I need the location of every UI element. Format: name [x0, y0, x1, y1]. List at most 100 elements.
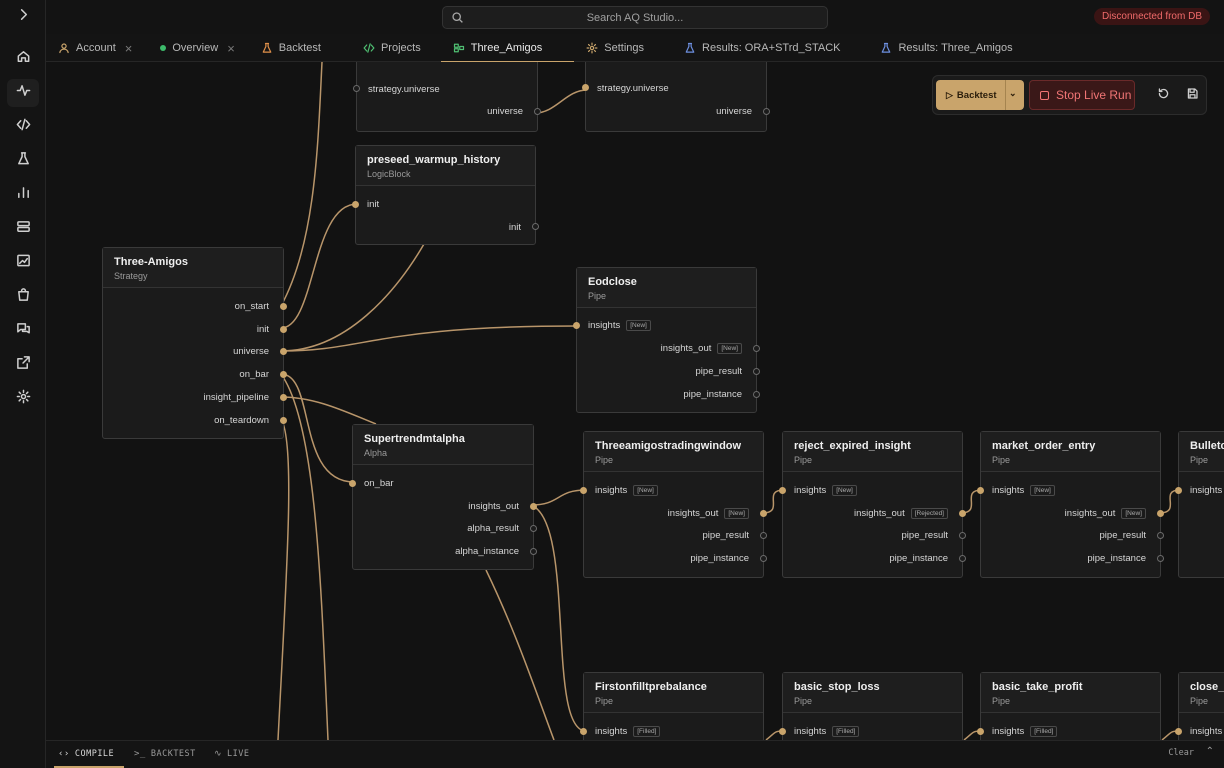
reset-icon[interactable]: [1157, 87, 1170, 105]
input-pin[interactable]: [1175, 487, 1182, 494]
port-in[interactable]: insights: [1190, 726, 1222, 737]
tab-projects[interactable]: Projects: [351, 34, 433, 62]
nav-marketplace[interactable]: [7, 283, 39, 311]
port-out[interactable]: pipe_result: [696, 366, 742, 377]
port-out[interactable]: pipe_instance: [889, 553, 948, 564]
tab-overview[interactable]: Overview ×: [148, 34, 246, 62]
port-out[interactable]: pipe_result: [703, 530, 749, 541]
port-in[interactable]: on_bar: [364, 478, 394, 489]
output-pin[interactable]: [532, 223, 539, 230]
output-pin[interactable]: [753, 345, 760, 352]
output-pin[interactable]: [280, 348, 287, 355]
nav-performance[interactable]: [7, 249, 39, 277]
port-out-on-start[interactable]: on_start: [235, 301, 269, 312]
output-pin[interactable]: [760, 555, 767, 562]
stop-live-run-button[interactable]: Stop Live Run: [1029, 80, 1135, 110]
output-pin[interactable]: [753, 368, 760, 375]
output-pin[interactable]: [280, 303, 287, 310]
port-in[interactable]: insights [Filled]: [992, 726, 1058, 737]
port-in[interactable]: init: [367, 199, 379, 210]
port-out[interactable]: universe: [487, 106, 523, 117]
node-basic-stop-loss[interactable]: basic_stop_loss Pipe insights [Filled]: [779, 672, 963, 740]
nav-code[interactable]: [7, 113, 39, 141]
nav-charts[interactable]: [7, 181, 39, 209]
nav-backtests[interactable]: [7, 147, 39, 175]
tab-backtest-log[interactable]: >_ BACKTEST: [134, 741, 196, 767]
node-basic-take-profit[interactable]: basic_take_profit Pipe insights [Filled]: [977, 672, 1161, 740]
output-pin[interactable]: [280, 394, 287, 401]
tab-settings[interactable]: Settings: [574, 34, 656, 62]
output-pin[interactable]: [280, 371, 287, 378]
port-out[interactable]: insights_out [Rejected]: [854, 508, 948, 519]
chevron-up-icon[interactable]: ⌃: [1206, 746, 1214, 757]
tab-results-ora[interactable]: Results: ORA+STrd_STACK: [672, 34, 852, 62]
nav-messages[interactable]: [7, 317, 39, 345]
port-out[interactable]: insights_out [New]: [1065, 508, 1146, 519]
nav-settings[interactable]: [7, 385, 39, 413]
input-pin[interactable]: [582, 84, 589, 91]
port-out-insight-pipeline[interactable]: insight_pipeline: [204, 392, 270, 403]
port-out[interactable]: alpha_result: [467, 523, 519, 534]
output-pin[interactable]: [530, 525, 537, 532]
output-pin[interactable]: [530, 548, 537, 555]
node-eodclose[interactable]: Eodclose Pipe insights [New] insights_out…: [573, 267, 760, 413]
input-pin[interactable]: [580, 487, 587, 494]
output-pin[interactable]: [753, 391, 760, 398]
node-top-right[interactable]: strategy.universe universe: [582, 62, 770, 132]
node-preseed-warmup-history[interactable]: preseed_warmup_history LogicBlock init i…: [352, 145, 539, 245]
tab-results-three-amigos[interactable]: Results: Three_Amigos: [868, 34, 1024, 62]
nav-strategies[interactable]: [7, 79, 39, 107]
port-out[interactable]: alpha_instance: [455, 546, 519, 557]
input-pin[interactable]: [977, 487, 984, 494]
node-supertrendmtalpha[interactable]: Supertrendmtalpha Alpha on_bar insights_…: [349, 424, 537, 570]
output-pin[interactable]: [1157, 555, 1164, 562]
port-in[interactable]: strategy.universe: [368, 84, 440, 95]
port-in[interactable]: insights [New]: [992, 485, 1055, 496]
port-out[interactable]: universe: [716, 106, 752, 117]
port-out[interactable]: pipe_result: [1100, 530, 1146, 541]
nav-servers[interactable]: [7, 215, 39, 243]
node-threeamigostradingwindow[interactable]: Threeamigostradingwindow Pipe insights [N…: [580, 431, 767, 578]
port-in[interactable]: insights [Filled]: [794, 726, 860, 737]
output-pin[interactable]: [534, 108, 541, 115]
clear-button[interactable]: Clear: [1168, 748, 1194, 758]
output-pin[interactable]: [530, 503, 537, 510]
input-pin[interactable]: [353, 85, 360, 92]
port-out-init[interactable]: init: [257, 324, 269, 335]
tab-compile[interactable]: ‹› COMPILE: [53, 741, 125, 768]
port-out[interactable]: insights_out: [468, 501, 519, 512]
output-pin[interactable]: [280, 417, 287, 424]
output-pin[interactable]: [760, 532, 767, 539]
port-out[interactable]: pipe_instance: [690, 553, 749, 564]
output-pin[interactable]: [763, 108, 770, 115]
output-pin[interactable]: [1157, 532, 1164, 539]
nav-external[interactable]: [7, 351, 39, 379]
output-pin[interactable]: [1157, 510, 1164, 517]
input-pin[interactable]: [779, 487, 786, 494]
expand-sidebar-button[interactable]: [7, 3, 39, 31]
tab-three-amigos[interactable]: Three_Amigos: [440, 34, 575, 63]
input-pin[interactable]: [1175, 728, 1182, 735]
output-pin[interactable]: [760, 510, 767, 517]
tab-account[interactable]: Account ×: [46, 34, 144, 62]
nav-home[interactable]: [7, 45, 39, 73]
port-out[interactable]: pipe_instance: [1087, 553, 1146, 564]
port-in[interactable]: insights [New]: [588, 320, 651, 331]
port-out[interactable]: init: [509, 222, 521, 233]
input-pin[interactable]: [779, 728, 786, 735]
backtest-button[interactable]: ▷ Backtest ⌄: [936, 80, 1024, 110]
input-pin[interactable]: [580, 728, 587, 735]
port-out[interactable]: pipe_result: [902, 530, 948, 541]
close-tab-button[interactable]: ×: [227, 41, 235, 56]
port-out[interactable]: insights_out [New]: [661, 343, 742, 354]
port-in[interactable]: insights [Filled]: [595, 726, 661, 737]
node-three-amigos-strategy[interactable]: Three-Amigos Strategy on_start init univ…: [102, 247, 287, 439]
port-in[interactable]: insights: [1190, 485, 1222, 496]
input-pin[interactable]: [352, 201, 359, 208]
output-pin[interactable]: [280, 326, 287, 333]
close-tab-button[interactable]: ×: [125, 41, 133, 56]
save-icon[interactable]: [1186, 87, 1199, 105]
input-pin[interactable]: [977, 728, 984, 735]
port-out-on-bar[interactable]: on_bar: [239, 369, 269, 380]
output-pin[interactable]: [959, 555, 966, 562]
